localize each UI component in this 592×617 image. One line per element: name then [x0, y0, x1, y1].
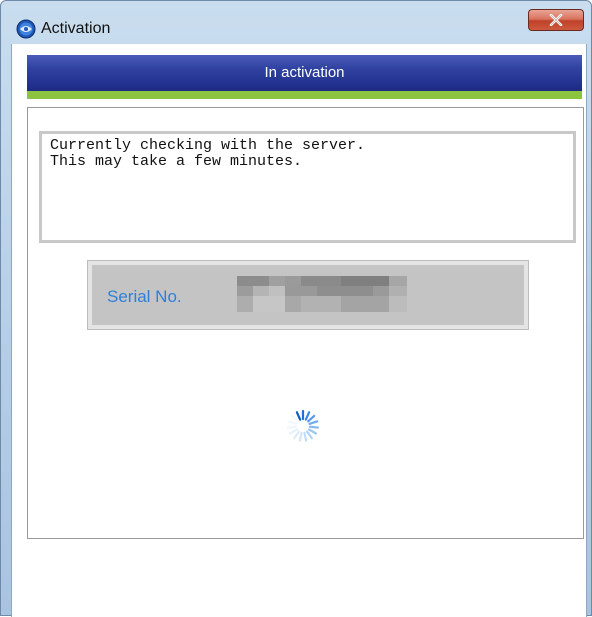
close-icon [549, 14, 563, 26]
status-banner: In activation [27, 55, 582, 91]
banner-title: In activation [264, 64, 345, 81]
message-line-2: This may take a few minutes. [50, 153, 303, 170]
window-title: Activation [41, 20, 111, 37]
content-panel: Currently checking with the server. This… [27, 107, 584, 539]
serial-value-obscured [237, 276, 407, 312]
dialog-content: In activation Currently checking with th… [11, 44, 587, 617]
serial-label: Serial No. [107, 287, 182, 306]
activation-window: Activation In activation Currently check… [0, 0, 592, 617]
accent-bar [27, 91, 582, 99]
loading-spinner-icon [285, 408, 321, 444]
message-line-1: Currently checking with the server. [50, 137, 366, 154]
status-message-box: Currently checking with the server. This… [39, 131, 576, 243]
close-button[interactable] [528, 9, 584, 31]
serial-number-box: Serial No. [87, 260, 529, 330]
app-globe-icon [16, 19, 36, 39]
